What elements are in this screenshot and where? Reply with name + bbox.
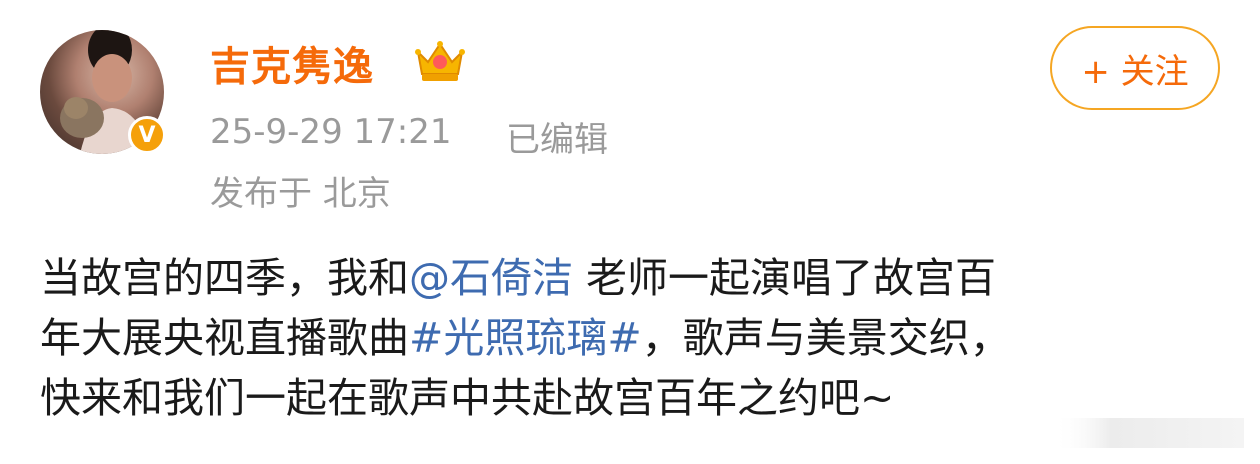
content-text: 老师一起演唱了故宫百: [573, 254, 997, 302]
mention-link[interactable]: @石倚洁: [409, 254, 573, 302]
hashtag-link[interactable]: #光照琉璃#: [409, 314, 642, 362]
username[interactable]: 吉克隽逸: [210, 34, 374, 92]
fade-overlay: [1054, 418, 1244, 448]
crown-icon: [415, 41, 465, 81]
post-content: 当故宫的四季，我和@石倚洁 老师一起演唱了故宫百 年大展央视直播歌曲#光照琉璃#…: [40, 248, 1240, 428]
verified-badge-icon: V: [128, 116, 166, 154]
edited-label[interactable]: 已编辑: [506, 112, 608, 161]
content-text: 年大展央视直播歌曲: [40, 314, 409, 362]
post-timestamp: 25-9-29 17:21: [210, 112, 452, 152]
post-location: 发布于 北京: [210, 174, 391, 214]
follow-button[interactable]: + 关注: [1050, 26, 1220, 110]
content-text: 当故宫的四季，我和: [40, 254, 409, 302]
content-text: ，歌声与美景交织，: [641, 314, 1011, 362]
content-line-1: 当故宫的四季，我和@石倚洁 老师一起演唱了故宫百: [40, 248, 1240, 308]
content-line-2: 年大展央视直播歌曲#光照琉璃#，歌声与美景交织，: [40, 308, 1240, 368]
